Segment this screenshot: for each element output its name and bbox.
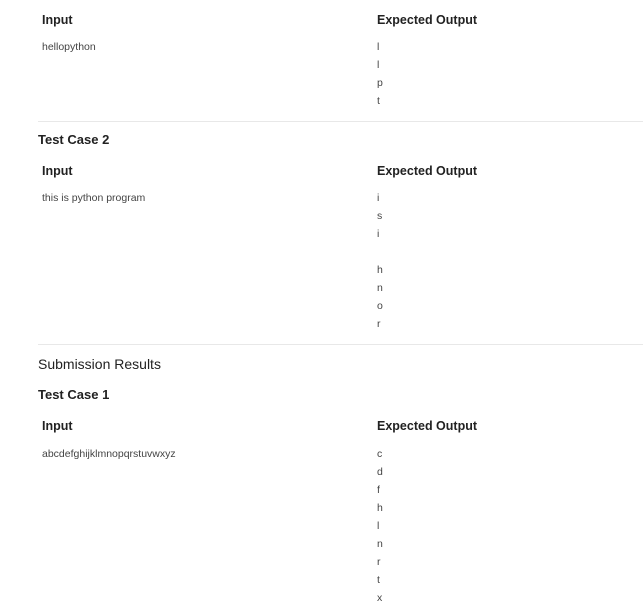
input-column-header: Input: [42, 13, 73, 27]
output-line: i: [377, 228, 380, 240]
output-line: l: [377, 59, 380, 71]
expected-output-column-header: Expected Output: [377, 419, 478, 433]
output-line: t: [377, 95, 380, 107]
input-value: this is python program: [42, 192, 146, 204]
expected-output-column-header: Expected Output: [377, 164, 478, 178]
output-line: d: [377, 466, 383, 478]
output-line: n: [377, 538, 383, 550]
output-line: l: [377, 41, 380, 53]
output-line: h: [377, 502, 383, 514]
output-line: o: [377, 300, 383, 312]
test-case-title: Test Case 2: [38, 132, 110, 147]
input-value: abcdefghijklmnopqrstuvwxyz: [42, 448, 176, 460]
output-line: r: [377, 556, 381, 568]
output-line: t: [377, 574, 380, 586]
output-line: l: [377, 520, 380, 532]
input-column-header: Input: [42, 419, 73, 433]
test-case-title: Test Case 1: [38, 387, 110, 402]
output-line: s: [377, 210, 383, 222]
submission-results-heading: Submission Results: [38, 356, 161, 372]
expected-output-column-header: Expected Output: [377, 13, 478, 27]
output-line: p: [377, 77, 383, 89]
input-column-header: Input: [42, 164, 73, 178]
divider: [38, 121, 643, 122]
output-line: c: [377, 448, 383, 460]
divider: [38, 344, 643, 345]
output-line: x: [377, 592, 383, 604]
output-line: f: [377, 484, 380, 496]
output-line: i: [377, 192, 380, 204]
output-line: h: [377, 264, 383, 276]
output-line: n: [377, 282, 383, 294]
output-line: r: [377, 318, 381, 330]
input-value: hellopython: [42, 41, 96, 53]
